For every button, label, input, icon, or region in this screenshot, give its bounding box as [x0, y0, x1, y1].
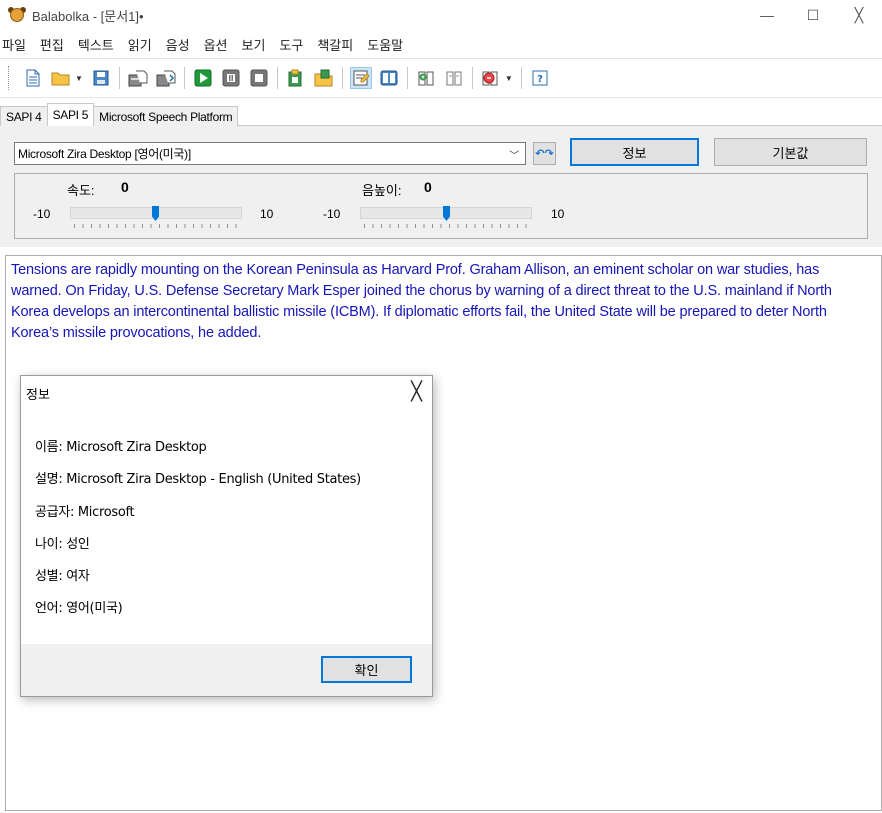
pause-icon[interactable] — [220, 67, 242, 89]
rate-max: 10 — [260, 207, 274, 221]
dialog-language-row: 언어: 영어(미국) — [35, 601, 123, 616]
engine-tabs: SAPI 4 SAPI 5 Microsoft Speech Platform — [0, 103, 239, 126]
dialog-gender-row: 성별: 여자 — [35, 569, 90, 584]
dialog-description-row: 설명: Microsoft Zira Desktop - English (Un… — [35, 472, 361, 487]
rate-pitch-group: 속도: 0 -10 10 음높이: 0 -10 10 — [14, 173, 868, 239]
voice-menu-dropdown-icon[interactable]: ▼ — [505, 74, 513, 83]
voice-info-dialog: 정보 ╳ 이름: Microsoft Zira Desktop 설명: Micr… — [20, 375, 433, 697]
toolbar-separator — [471, 67, 473, 89]
save-icon[interactable] — [90, 67, 112, 89]
menu-view[interactable]: 보기 — [235, 35, 273, 54]
toolbar-separator — [276, 67, 278, 89]
info-button[interactable]: 정보 — [570, 138, 699, 166]
rate-slider-ticks — [74, 224, 240, 228]
audio-folder-icon[interactable] — [313, 67, 335, 89]
tab-microsoft-speech-platform[interactable]: Microsoft Speech Platform — [93, 106, 239, 126]
menu-options[interactable]: 옵션 — [197, 35, 235, 54]
refresh-icon: ↶↷ — [535, 148, 554, 160]
editor-text[interactable]: Tensions are rapidly mounting on the Kor… — [11, 260, 873, 344]
menu-text[interactable]: 텍스트 — [71, 35, 121, 54]
rate-label: 속도: — [67, 183, 95, 198]
menu-bookmarks[interactable]: 책갈피 — [310, 35, 360, 54]
play-icon[interactable] — [192, 67, 214, 89]
title-bar: Balabolka - [문서1]• — ☐ ╳ — [0, 0, 882, 30]
menu-help[interactable]: 도움말 — [360, 35, 410, 54]
voice-select-value: Microsoft Zira Desktop [영어(미국)] — [18, 147, 191, 161]
tab-sapi5[interactable]: SAPI 5 — [46, 103, 95, 126]
open-folder-icon[interactable] — [50, 67, 72, 89]
toolbar-separator — [406, 67, 408, 89]
ok-button[interactable]: 확인 — [321, 656, 412, 683]
help-icon[interactable]: ? — [529, 67, 551, 89]
pitch-value: 0 — [424, 179, 432, 195]
text-properties-icon[interactable] — [349, 67, 372, 89]
open-dropdown-icon[interactable]: ▼ — [75, 74, 83, 83]
toolbar-grip[interactable] — [8, 66, 11, 90]
refresh-voices-button[interactable]: ↶↷ — [533, 142, 556, 165]
voice-select[interactable]: Microsoft Zira Desktop [영어(미국)] ﹀ — [14, 142, 526, 165]
rate-value: 0 — [121, 179, 129, 195]
menu-file[interactable]: 파일 — [0, 35, 33, 54]
voice-menu-icon[interactable] — [480, 67, 502, 89]
menu-voice[interactable]: 음성 — [159, 35, 197, 54]
tab-sapi4[interactable]: SAPI 4 — [0, 106, 48, 126]
dialog-close-icon[interactable]: ╳ — [411, 381, 422, 401]
export-file-icon[interactable] — [155, 67, 177, 89]
dialog-title: 정보 — [26, 387, 50, 402]
read-text-icon[interactable] — [378, 67, 400, 89]
menu-bar: 파일 편집 텍스트 읽기 음성 옵션 보기 도구 책갈피 도움말 — [0, 33, 410, 55]
dialog-name-row: 이름: Microsoft Zira Desktop — [35, 440, 207, 455]
menu-tools[interactable]: 도구 — [272, 35, 310, 54]
pitch-max: 10 — [551, 207, 565, 221]
toolbar: ▼ ▼ ? — [0, 58, 882, 98]
close-window-button[interactable]: ╳ — [836, 0, 882, 30]
minimize-button[interactable]: — — [744, 0, 790, 30]
toolbar-separator — [341, 67, 343, 89]
bookmark-icon[interactable] — [443, 67, 465, 89]
export-audio-icon[interactable] — [127, 67, 149, 89]
maximize-button[interactable]: ☐ — [790, 0, 836, 30]
bookmark-add-icon[interactable] — [415, 67, 437, 89]
toolbar-separator — [118, 67, 120, 89]
dialog-age-row: 나이: 성인 — [35, 537, 90, 552]
new-document-icon[interactable] — [22, 67, 44, 89]
pitch-slider-ticks — [364, 224, 530, 228]
default-button[interactable]: 기본값 — [714, 138, 867, 166]
speak-clipboard-icon[interactable] — [285, 67, 307, 89]
toolbar-separator — [183, 67, 185, 89]
rate-min: -10 — [33, 207, 51, 221]
dialog-vendor-row: 공급자: Microsoft — [35, 505, 135, 520]
balabolka-logo-icon — [8, 7, 26, 23]
menu-read[interactable]: 읽기 — [121, 35, 159, 54]
svg-text:?: ? — [537, 74, 543, 85]
menu-edit[interactable]: 편집 — [33, 35, 71, 54]
pitch-label: 음높이: — [362, 183, 402, 198]
pitch-min: -10 — [323, 207, 341, 221]
stop-icon[interactable] — [248, 67, 270, 89]
toolbar-separator — [520, 67, 522, 89]
chevron-down-icon[interactable]: ﹀ — [509, 147, 519, 162]
window-title: Balabolka - [문서1]• — [32, 8, 144, 24]
